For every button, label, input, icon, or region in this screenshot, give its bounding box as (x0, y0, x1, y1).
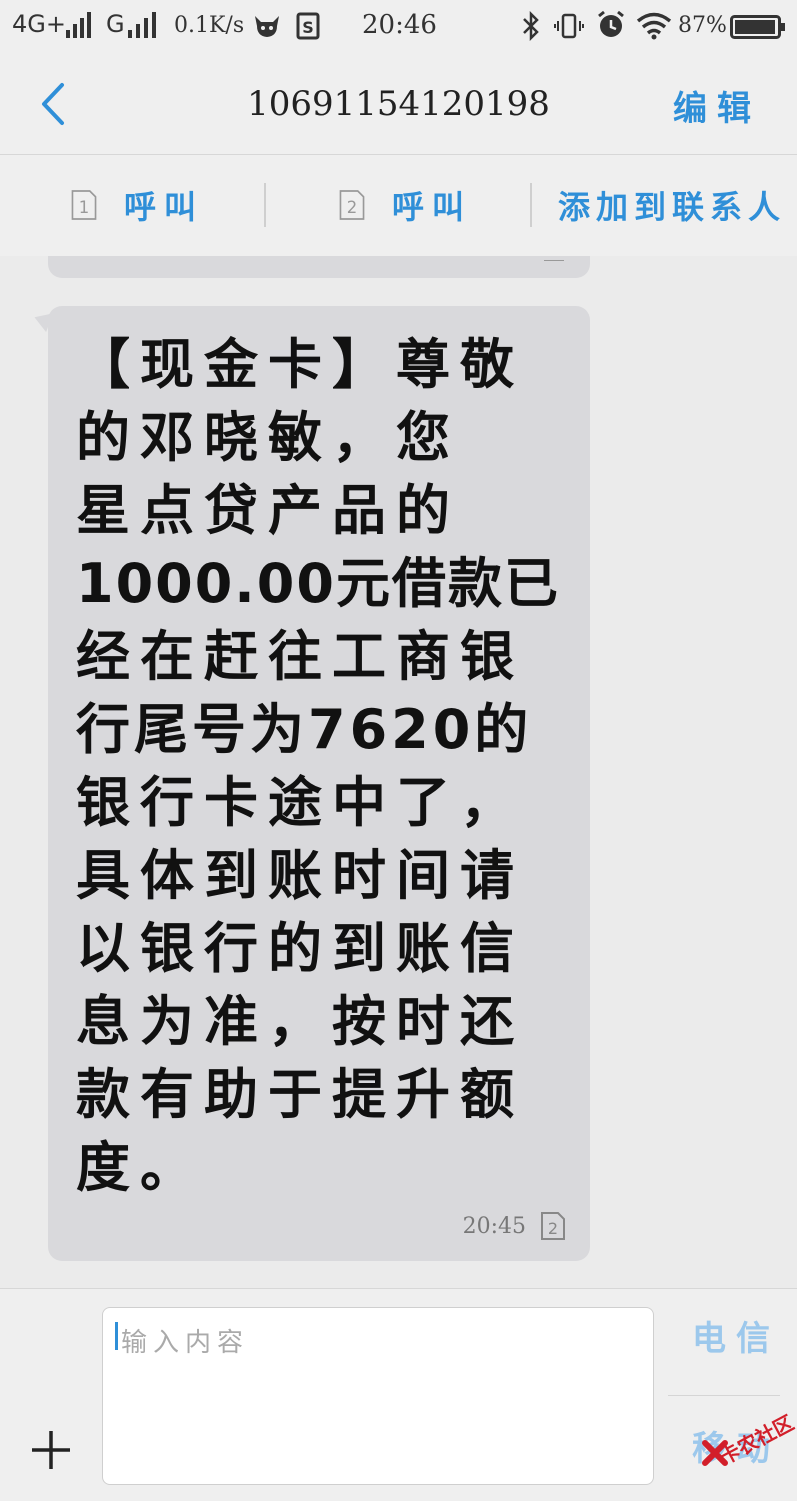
message-line: 度。 (76, 1136, 204, 1199)
message-line: 【现金卡】尊敬 (76, 333, 524, 396)
message-line: 具体到账时间请 (76, 844, 524, 907)
message-bubble[interactable]: 【现金卡】尊敬 的邓晓敏，您 星点贷产品的 1000.00元借款已 经在赶往工商… (48, 306, 590, 1261)
text-cursor (115, 1322, 118, 1350)
call-sim1-label: 呼叫 (124, 188, 205, 226)
svg-text:1: 1 (79, 198, 89, 217)
sim-card-1-icon: 1 (71, 190, 97, 220)
message-timestamp: 20:45 (462, 1214, 526, 1239)
wifi-icon (636, 12, 672, 40)
message-line: 息为准，按时还 (76, 990, 524, 1053)
add-to-contacts-button[interactable]: 添加到联系人 (558, 185, 787, 226)
status-time: 20:46 (362, 10, 437, 40)
message-line: 星点贷产品的 (76, 479, 460, 542)
watermark: 卡农社区 (702, 1410, 797, 1472)
message-line: 行尾号为7620的 (76, 698, 533, 761)
vibrate-icon (554, 13, 584, 39)
message-line: 1000.00元借款已 (76, 552, 560, 615)
battery-percent: 87% (678, 13, 727, 38)
message-line: 款有助于提升额 (76, 1063, 524, 1126)
divider (264, 183, 266, 227)
divider (668, 1395, 780, 1396)
svg-text:2: 2 (347, 198, 357, 217)
watermark-text: 卡农社区 (715, 1410, 797, 1470)
sim-card-icon (544, 260, 564, 261)
network-type-label: 4G+ (12, 10, 66, 38)
message-thread[interactable]: 【现金卡】尊敬 的邓晓敏，您 星点贷产品的 1000.00元借款已 经在赶往工商… (0, 256, 797, 1288)
plus-icon[interactable] (30, 1429, 72, 1471)
contact-action-bar: 1 呼叫 2 呼叫 添加到联系人 (0, 155, 797, 256)
alarm-icon (598, 10, 624, 37)
call-sim2-label: 呼叫 (392, 188, 473, 226)
message-input[interactable]: 输入内容 (102, 1307, 654, 1485)
bluetooth-icon (523, 11, 539, 41)
message-line: 的邓晓敏，您 (76, 406, 460, 469)
divider (530, 183, 532, 227)
message-line: 银行卡途中了， (76, 771, 524, 834)
sim-card-2-icon: 2 (541, 1212, 565, 1240)
edit-button[interactable]: 编辑 (673, 81, 761, 130)
status-bar: 4G+ G 0.1K/s S 20:46 87% (0, 0, 797, 54)
add-to-contacts-label: 添加到联系人 (558, 188, 787, 226)
svg-text:2: 2 (548, 1219, 558, 1238)
battery-icon (730, 15, 785, 39)
signal-strength-icon-2 (128, 12, 162, 38)
network-type-label-2: G (106, 10, 125, 38)
message-line: 经在赶往工商银 (76, 625, 524, 688)
call-sim1-button[interactable]: 1 呼叫 (70, 185, 205, 226)
previous-message-bubble[interactable] (48, 256, 590, 278)
network-speed: 0.1K/s (174, 13, 245, 38)
svg-text:S: S (302, 18, 314, 37)
composer-bar: 输入内容 电信 移动 (0, 1288, 797, 1501)
header-bar: 10691154120198 编辑 (0, 54, 797, 155)
mascot-icon (255, 16, 279, 37)
message-line: 以银行的到账信 (76, 917, 524, 980)
call-sim2-button[interactable]: 2 呼叫 (338, 185, 473, 226)
sim-card-2-icon: 2 (339, 190, 365, 220)
send-via-telecom-button[interactable]: 电信 (692, 1311, 780, 1360)
input-placeholder: 输入内容 (121, 1328, 250, 1358)
message-text: 【现金卡】尊敬 的邓晓敏，您 星点贷产品的 1000.00元借款已 经在赶往工商… (76, 328, 576, 1204)
signal-strength-icon (66, 12, 92, 38)
sd-card-icon: S (296, 12, 320, 40)
